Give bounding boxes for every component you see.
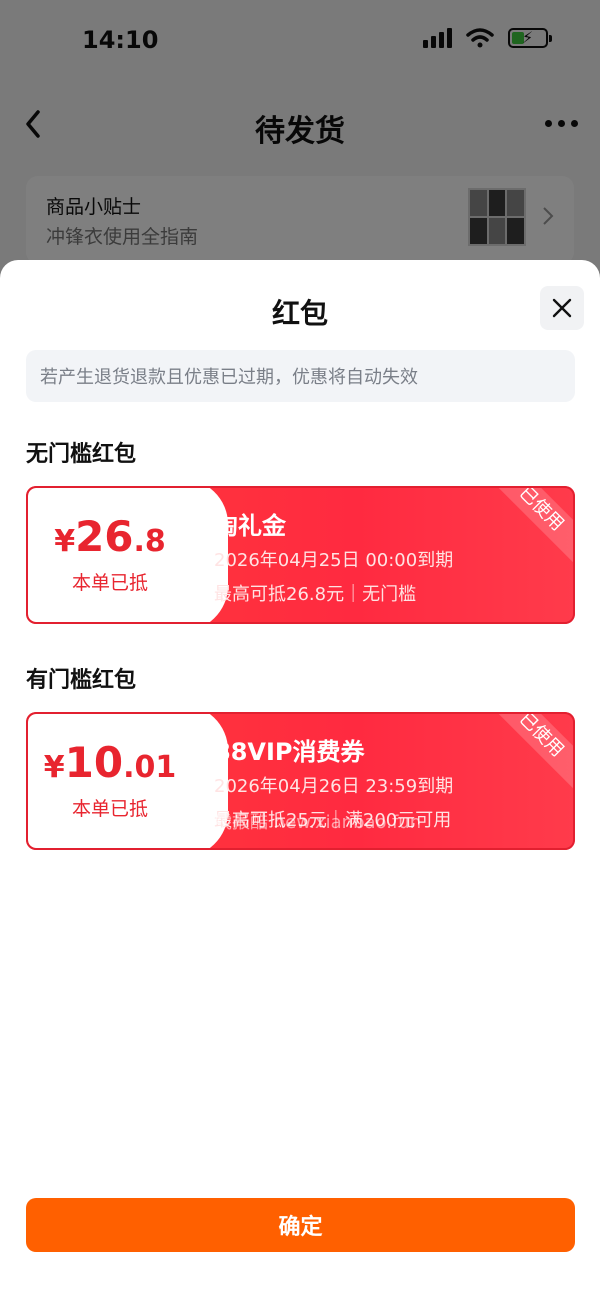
coupon-name: 88VIP消费券 [214, 738, 365, 766]
coupon-expire: 2026年04月25日 00:00到期 [214, 550, 454, 571]
used-stamp: 已使用 [487, 712, 575, 789]
coupon-expire: 2026年04月26日 23:59到期 [214, 776, 454, 797]
coupon-card[interactable]: ¥26.8 本单已抵 淘礼金 2026年04月25日 00:00到期 最高可抵2… [26, 486, 575, 624]
refund-notice: 若产生退货退款且优惠已过期，优惠将自动失效 [26, 350, 575, 402]
coupon-limit: 最高可抵26.8元｜无门槛 [214, 584, 417, 605]
section-heading-no-threshold: 无门槛红包 [26, 442, 137, 467]
coupon-amount: ¥26.8 [54, 512, 166, 561]
watermark: 线报酷 new.xianbao.fun [214, 812, 422, 833]
confirm-button[interactable]: 确定 [26, 1198, 575, 1252]
red-packet-sheet: 红包 若产生退货退款且优惠已过期，优惠将自动失效 无门槛红包 ¥26.8 本单已… [0, 260, 600, 1300]
coupon-name: 淘礼金 [214, 512, 286, 540]
coupon-amount-note: 本单已抵 [71, 798, 148, 820]
section-heading-threshold: 有门槛红包 [26, 668, 137, 693]
close-button[interactable] [540, 286, 584, 330]
coupon-amount: ¥10.01 [43, 738, 177, 787]
sheet-title: 红包 [271, 297, 328, 330]
close-icon [552, 298, 572, 318]
coupon-amount-note: 本单已抵 [71, 572, 148, 594]
used-stamp: 已使用 [487, 486, 575, 563]
